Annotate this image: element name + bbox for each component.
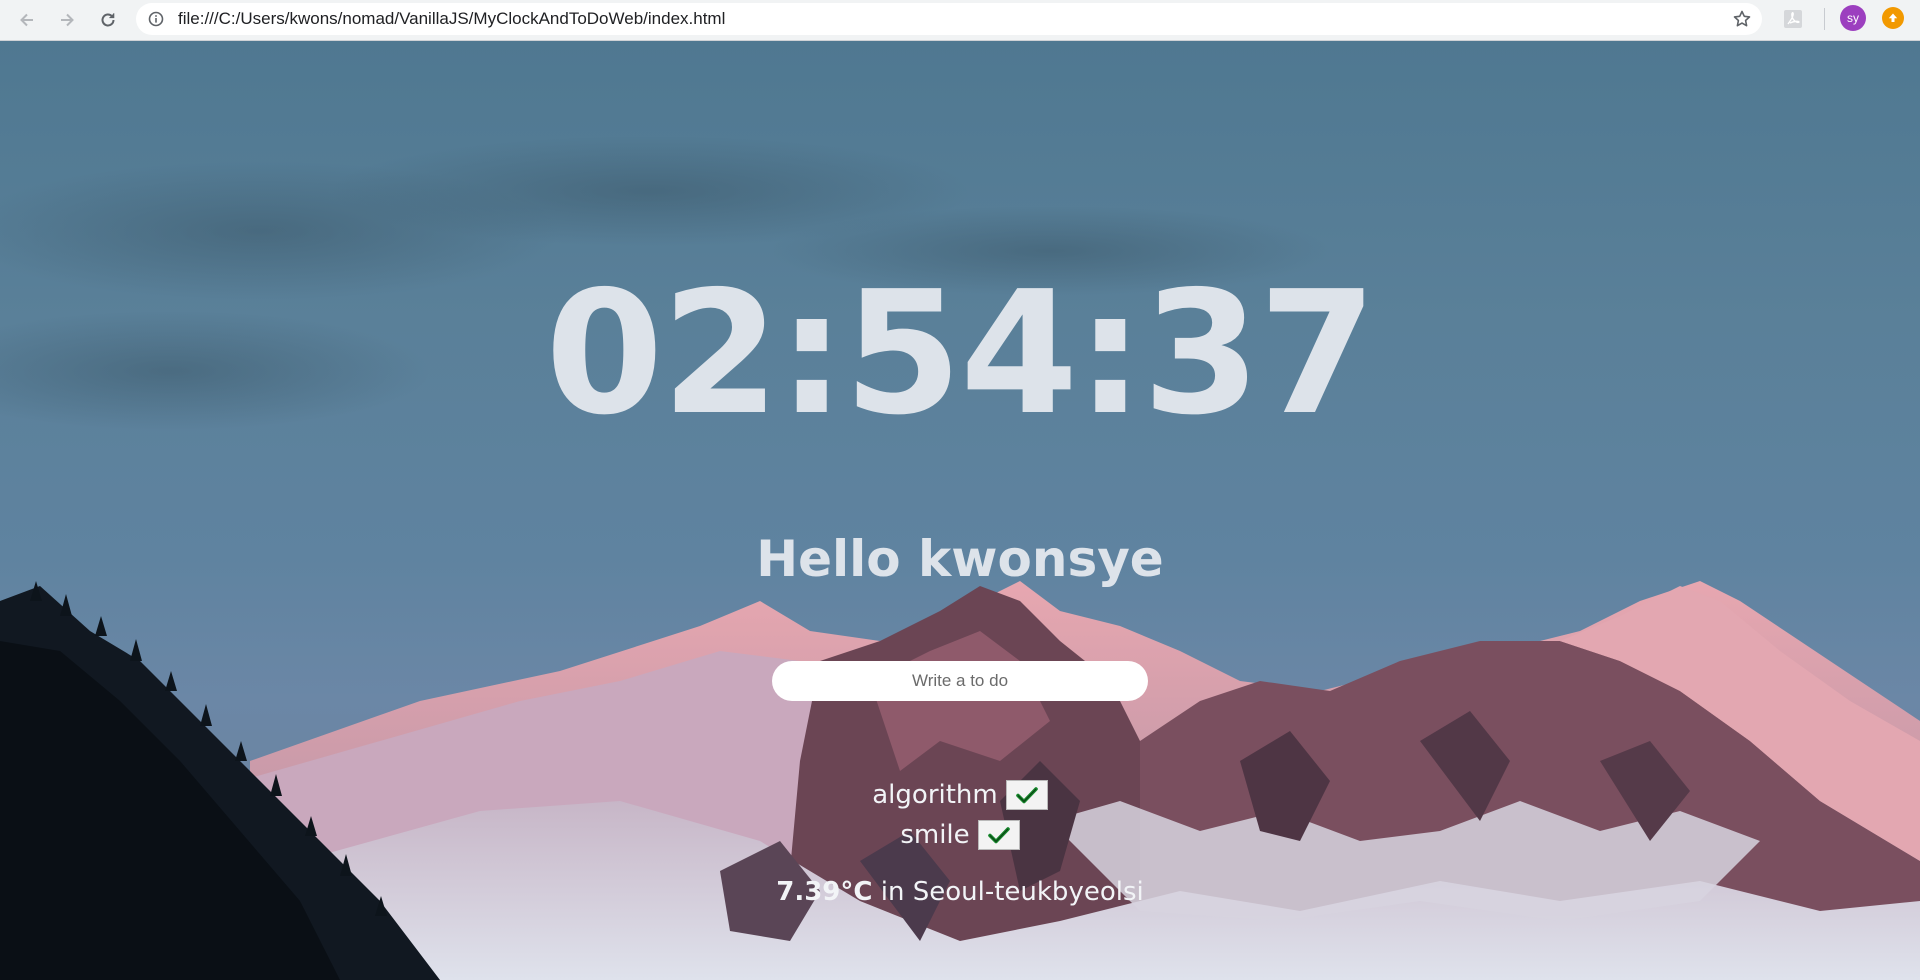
weather-location: Seoul-teukbyeolsi <box>912 877 1144 907</box>
todo-list: algorithm smile <box>0 775 1920 855</box>
todo-input[interactable] <box>772 661 1148 701</box>
page-viewport: 02:54:37 Hello kwonsye algorithm smile 7… <box>0 41 1920 980</box>
profile-avatar[interactable]: sy <box>1840 5 1866 31</box>
todo-item: algorithm <box>0 775 1920 815</box>
weather-display: 7.39°C in Seoul-teukbyeolsi <box>0 877 1920 907</box>
star-icon[interactable] <box>1732 9 1752 29</box>
checkmark-icon <box>987 827 1010 844</box>
todo-item-text: algorithm <box>872 780 998 810</box>
forward-icon <box>61 13 74 27</box>
reload-button[interactable] <box>93 5 123 35</box>
update-button[interactable] <box>1882 7 1904 29</box>
back-button[interactable] <box>12 5 42 35</box>
address-bar[interactable]: file:///C:/Users/kwons/nomad/VanillaJS/M… <box>136 3 1762 35</box>
todo-item: smile <box>0 815 1920 855</box>
todo-item-text: smile <box>900 820 970 850</box>
forward-button[interactable] <box>52 5 82 35</box>
todo-delete-button[interactable] <box>977 820 1020 850</box>
checkmark-icon <box>1015 787 1038 804</box>
greeting-text: Hello kwonsye <box>756 530 1164 588</box>
url-text[interactable]: file:///C:/Users/kwons/nomad/VanillaJS/M… <box>178 3 725 35</box>
todo-form <box>772 661 1148 701</box>
info-icon[interactable] <box>148 11 164 27</box>
clock-display: 02:54:37 <box>545 255 1377 453</box>
reload-icon <box>101 13 115 27</box>
back-icon <box>20 13 33 27</box>
weather-temperature: 7.39°C <box>776 877 873 907</box>
weather-connector: in <box>880 877 905 907</box>
pdf-extension-icon[interactable] <box>1782 8 1804 30</box>
browser-toolbar: file:///C:/Users/kwons/nomad/VanillaJS/M… <box>0 0 1920 41</box>
update-icon <box>1888 13 1898 22</box>
todo-delete-button[interactable] <box>1005 780 1048 810</box>
toolbar-divider <box>1824 8 1825 30</box>
